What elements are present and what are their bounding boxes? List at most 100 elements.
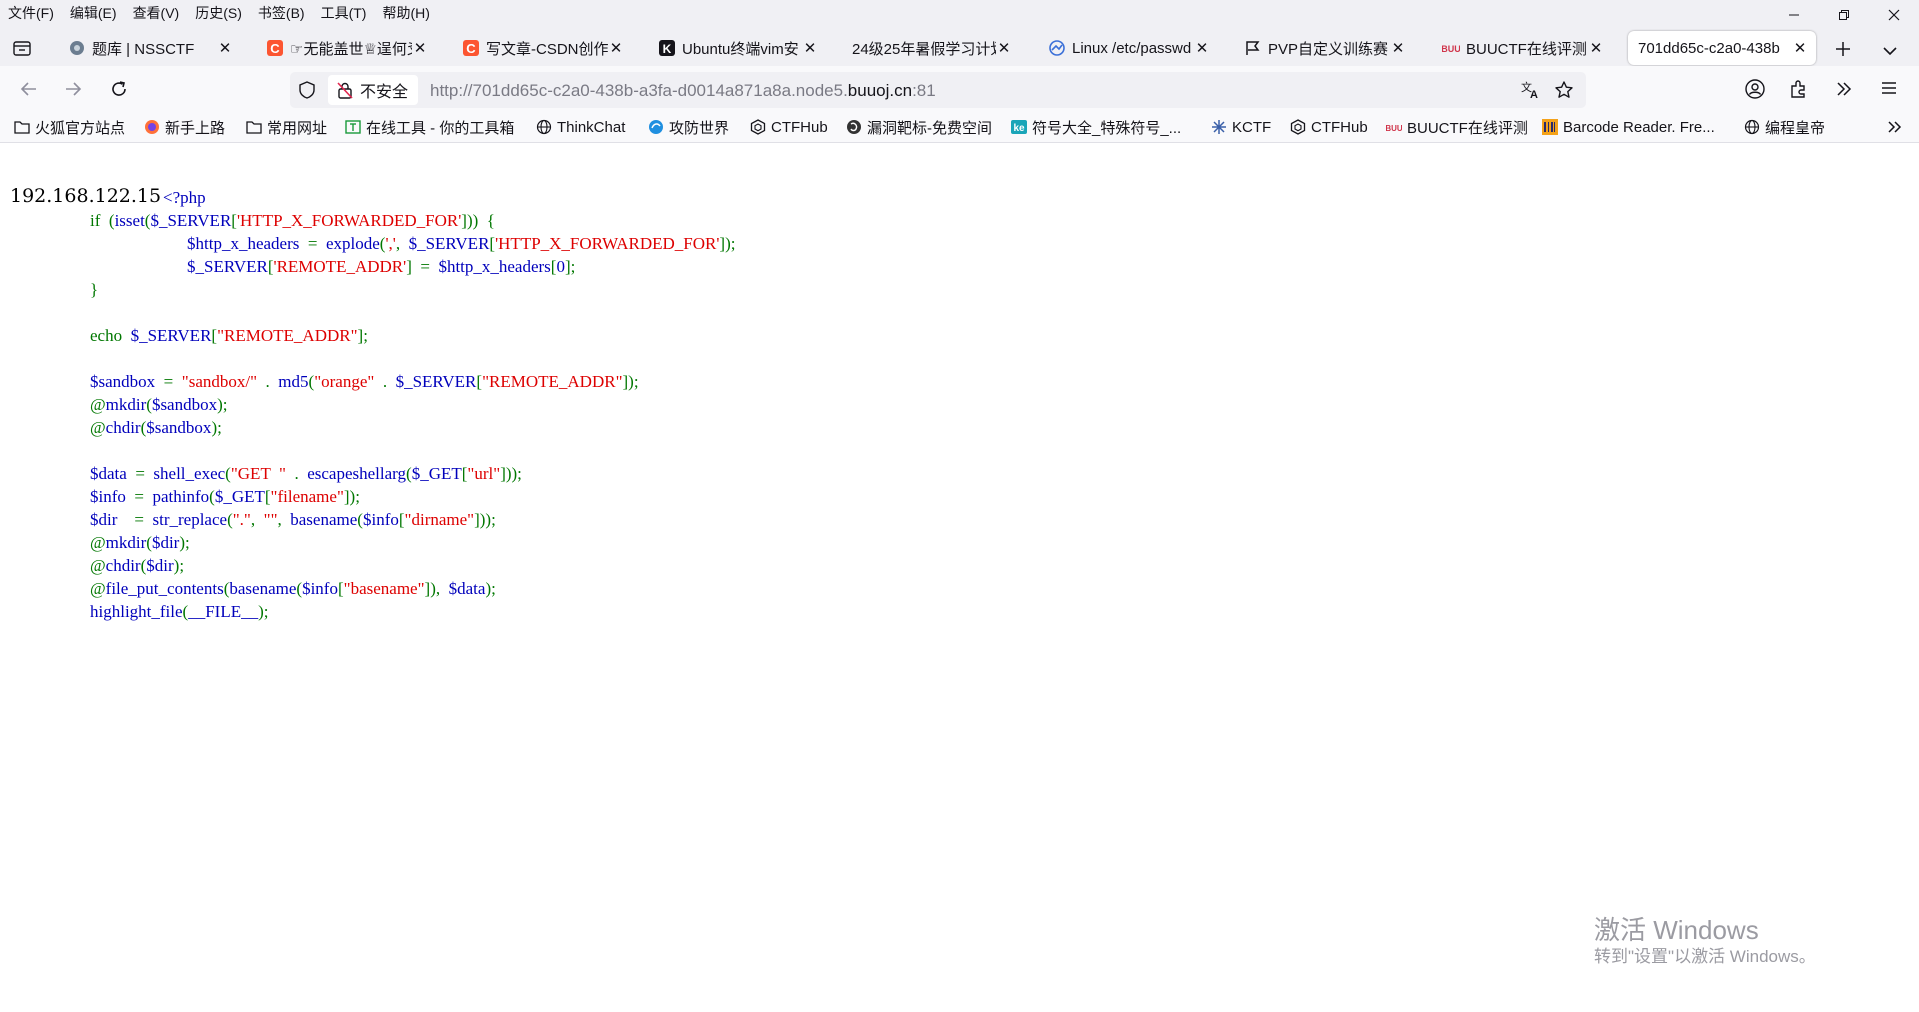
app-menu-button[interactable]: [1879, 78, 1899, 103]
tab-pvp[interactable]: PVP自定义训练赛 ✕: [1234, 30, 1414, 66]
folder-icon: [14, 119, 30, 135]
code-token: $_SERVER: [408, 234, 490, 253]
forward-button[interactable]: [62, 78, 84, 100]
translate-button[interactable]: 文A: [1520, 80, 1540, 105]
code-token: <?php: [163, 188, 206, 207]
bookmark-item[interactable]: Barcode Reader. Fre...: [1542, 117, 1715, 137]
code-token: ]);: [719, 234, 736, 253]
code-token: escapeshellarg: [307, 464, 407, 483]
bookmark-item[interactable]: 火狐官方站点: [14, 117, 125, 137]
code-line: $sandbox = "sandbox/" . md5("orange" . $…: [90, 370, 735, 393]
tab-current[interactable]: 701dd65c-c2a0-438b ✕: [1628, 31, 1816, 65]
tab-nssctf[interactable]: 题库 | NSSCTF ✕: [58, 30, 241, 66]
code-token: $info: [362, 510, 399, 529]
tab-title: 写文章-CSDN创作: [486, 40, 608, 58]
tools-icon: [345, 119, 361, 135]
flag-icon: [1244, 39, 1262, 57]
bookmark-item[interactable]: BUU BUUCTF在线评测: [1386, 117, 1528, 137]
shield-icon[interactable]: [298, 81, 316, 104]
reload-button[interactable]: [108, 78, 130, 100]
url-host: buuoj.cn: [847, 81, 913, 100]
code-token: $_SERVER: [170, 257, 268, 276]
list-all-tabs-button[interactable]: [1882, 44, 1898, 62]
more-tools-button[interactable]: [1833, 78, 1855, 105]
bookmark-item[interactable]: ke 符号大全_特殊符号_...: [1011, 117, 1181, 137]
tab-study-plan[interactable]: 24级25年暑假学习计划 ✕: [842, 30, 1020, 66]
vulnbox-icon: [846, 119, 862, 135]
tab-close-icon[interactable]: ✕: [608, 39, 624, 57]
new-tab-button[interactable]: [1832, 38, 1854, 60]
menu-file[interactable]: 文件(F): [0, 0, 62, 26]
menu-tools[interactable]: 工具(T): [313, 0, 375, 26]
ke-icon: ke: [1011, 119, 1027, 135]
code-token: @: [90, 579, 106, 598]
bookmark-item[interactable]: 漏洞靶标-免费空间: [846, 117, 992, 137]
bookmark-item[interactable]: KCTF: [1211, 117, 1271, 137]
tab-close-icon[interactable]: ✕: [996, 39, 1012, 57]
bookmark-item[interactable]: 常用网址: [246, 117, 327, 137]
tab-close-icon[interactable]: ✕: [802, 39, 818, 57]
svg-text:C: C: [466, 41, 476, 56]
tab-close-icon[interactable]: ✕: [1390, 39, 1406, 57]
code-token: if: [90, 211, 109, 230]
globe-icon: [536, 119, 552, 135]
code-token: }: [90, 280, 99, 299]
menu-view[interactable]: 查看(V): [125, 0, 188, 26]
bookmark-label: CTFHub: [771, 118, 828, 136]
url-prefix: http://701dd65c-c2a0-438b-a3fa-d0014a871…: [430, 81, 848, 100]
back-button[interactable]: [18, 78, 40, 100]
code-line: $dir = str_replace(".", "", basename($in…: [90, 508, 735, 531]
tab-linux-passwd[interactable]: Linux /etc/passwd ✕: [1038, 30, 1218, 66]
code-token: mkdir: [105, 395, 147, 414]
code-line: @chdir($sandbox);: [90, 416, 735, 439]
tab-close-icon[interactable]: ✕: [217, 39, 233, 57]
adworld-icon: [648, 119, 664, 135]
bookmark-label: 常用网址: [267, 119, 328, 137]
menu-edit[interactable]: 编辑(E): [62, 0, 125, 26]
tab-ubuntu-vim[interactable]: K Ubuntu终端vim安 ✕: [648, 30, 826, 66]
code-token: ,: [250, 510, 264, 529]
folder-icon: [246, 119, 262, 135]
more-bookmarks-button[interactable]: [1885, 117, 1905, 142]
tab-close-icon[interactable]: ✕: [1792, 39, 1808, 57]
svg-text:K: K: [663, 42, 672, 56]
tab-csdn-1[interactable]: C ☞无能盖世♕逞何爻 ✕: [256, 30, 436, 66]
code-token: =: [134, 510, 153, 529]
bookmark-star-button[interactable]: [1554, 80, 1574, 105]
url-bar[interactable]: 不安全 http://701dd65c-c2a0-438b-a3fa-d0014…: [290, 72, 1586, 108]
tab-csdn-2[interactable]: C 写文章-CSDN创作 ✕: [452, 30, 632, 66]
code-token: ,: [277, 510, 291, 529]
code-token: mkdir: [105, 533, 147, 552]
tab-title: 题库 | NSSCTF: [92, 40, 195, 58]
bookmark-item[interactable]: 攻防世界: [648, 117, 729, 137]
bookmark-item[interactable]: CTFHub: [750, 117, 828, 137]
code-token: ]);: [622, 372, 639, 391]
tab-close-icon[interactable]: ✕: [1588, 39, 1604, 57]
tab-close-icon[interactable]: ✕: [412, 39, 428, 57]
account-button[interactable]: [1744, 78, 1766, 105]
insecure-indicator[interactable]: 不安全: [328, 75, 419, 105]
code-token: ] =: [406, 257, 439, 276]
bookmark-item[interactable]: 新手上路: [144, 117, 225, 137]
windows-activation-watermark: 激活 Windows 转到"设置"以激活 Windows。: [1594, 914, 1816, 968]
menu-history[interactable]: 历史(S): [187, 0, 250, 26]
bookmark-label: 符号大全_特殊符号_...: [1032, 119, 1182, 137]
bookmark-item[interactable]: CTFHub: [1290, 117, 1368, 137]
code-token: $_GET: [411, 464, 462, 483]
code-token: );: [173, 556, 185, 575]
bookmark-item[interactable]: ThinkChat: [536, 117, 625, 137]
menu-bookmarks[interactable]: 书签(B): [250, 0, 313, 26]
tab-title: ☞无能盖世♕逞何爻: [290, 40, 412, 58]
tab-buuctf[interactable]: BUU BUUCTF在线评测 ✕: [1432, 30, 1612, 66]
firefox-view-button[interactable]: [12, 38, 32, 58]
code-line: @chdir($dir);: [90, 554, 735, 577]
tab-close-icon[interactable]: ✕: [1194, 39, 1210, 57]
extensions-button[interactable]: [1788, 78, 1810, 105]
code-token: ',': [385, 234, 396, 253]
menu-help[interactable]: 帮助(H): [374, 0, 437, 26]
bookmark-item[interactable]: 编程皇帝: [1744, 117, 1825, 137]
url-text[interactable]: http://701dd65c-c2a0-438b-a3fa-d0014a871…: [430, 81, 936, 101]
bookmark-item[interactable]: 在线工具 - 你的工具箱: [345, 117, 514, 137]
